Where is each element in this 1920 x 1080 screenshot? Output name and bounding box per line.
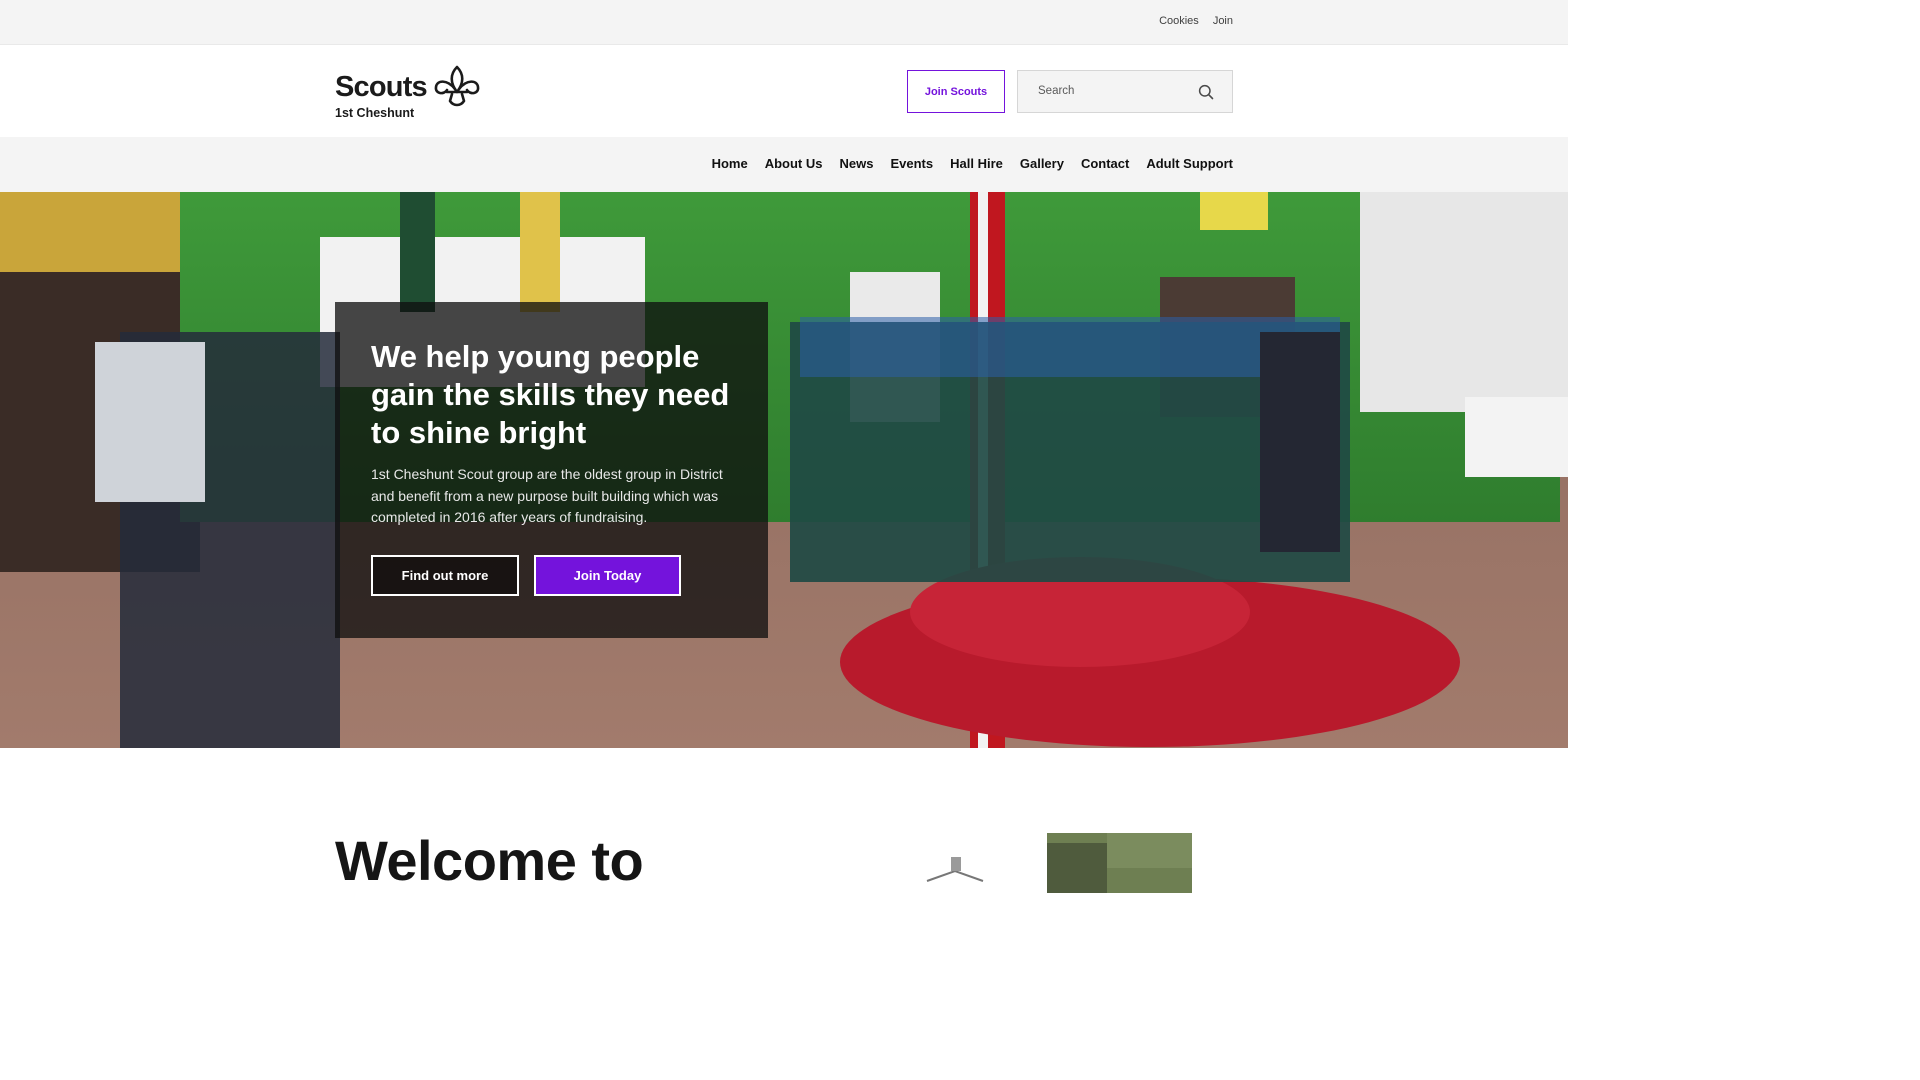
main-navigation: Home About Us News Events Hall Hire Gall… [0,137,1568,192]
nav-item-adult-support[interactable]: Adult Support [1146,156,1233,171]
logo-wordmark: Scouts [335,71,428,103]
nav-item-news[interactable]: News [840,156,874,171]
search-icon[interactable] [1198,84,1214,100]
cookies-link[interactable]: Cookies [1159,15,1199,27]
utility-links: Cookies Join [1159,15,1233,27]
hero-photo [0,192,1568,748]
fleur-de-lis-icon [434,65,480,107]
nav-item-contact[interactable]: Contact [1081,156,1129,171]
hero-card: We help young people gain the skills the… [335,302,768,638]
nav-item-gallery[interactable]: Gallery [1020,156,1064,171]
join-today-button[interactable]: Join Today [534,555,681,596]
building-photo [907,833,1192,893]
hero-title: We help young people gain the skills the… [371,339,730,450]
scouts-logo[interactable]: Scouts 1st Cheshunt [335,65,485,125]
nav-item-about-us[interactable]: About Us [765,156,823,171]
site-header: Scouts 1st Cheshunt Join Scouts Search [0,45,1568,137]
group-name: 1st Cheshunt [335,106,415,120]
join-scouts-button[interactable]: Join Scouts [907,70,1005,113]
welcome-heading: Welcome to [335,829,644,892]
nav-item-home[interactable]: Home [712,156,748,171]
hero-description: 1st Cheshunt Scout group are the oldest … [371,466,723,525]
hero-banner: We help young people gain the skills the… [0,192,1568,748]
find-out-more-button[interactable]: Find out more [371,555,519,596]
search-box[interactable]: Search [1017,70,1233,113]
nav-item-hall-hire[interactable]: Hall Hire [950,156,1003,171]
utility-bar: Cookies Join [0,0,1568,45]
join-link[interactable]: Join [1213,15,1233,27]
search-input[interactable]: Search [1038,85,1074,97]
nav-item-events[interactable]: Events [890,156,933,171]
